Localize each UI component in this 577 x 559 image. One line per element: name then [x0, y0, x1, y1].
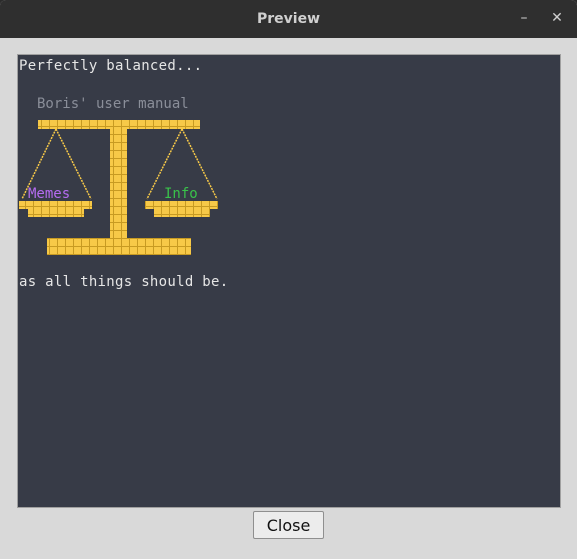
manual-caption: Boris' user manual — [37, 96, 189, 112]
scale-beam — [38, 120, 200, 129]
close-button[interactable]: Close — [253, 511, 324, 539]
memes-label[interactable]: Memes — [28, 186, 70, 202]
scale-pillar — [110, 129, 127, 238]
minimize-icon[interactable]: – — [514, 8, 534, 28]
right-pan-bottom — [154, 209, 210, 217]
info-label[interactable]: Info — [164, 186, 198, 202]
left-pan — [19, 201, 92, 209]
scale-base — [47, 238, 191, 255]
preview-window: Preview – ✕ Perfectly balanced... Boris'… — [0, 0, 577, 559]
outro-text: as all things should be. — [19, 274, 229, 290]
title-bar[interactable]: Preview – ✕ — [0, 0, 577, 38]
left-pan-bottom — [28, 209, 84, 217]
terminal-view: Perfectly balanced... Boris' user manual… — [17, 54, 561, 508]
window-title: Preview — [256, 11, 320, 27]
close-icon[interactable]: ✕ — [547, 8, 567, 28]
right-pan — [145, 201, 218, 209]
